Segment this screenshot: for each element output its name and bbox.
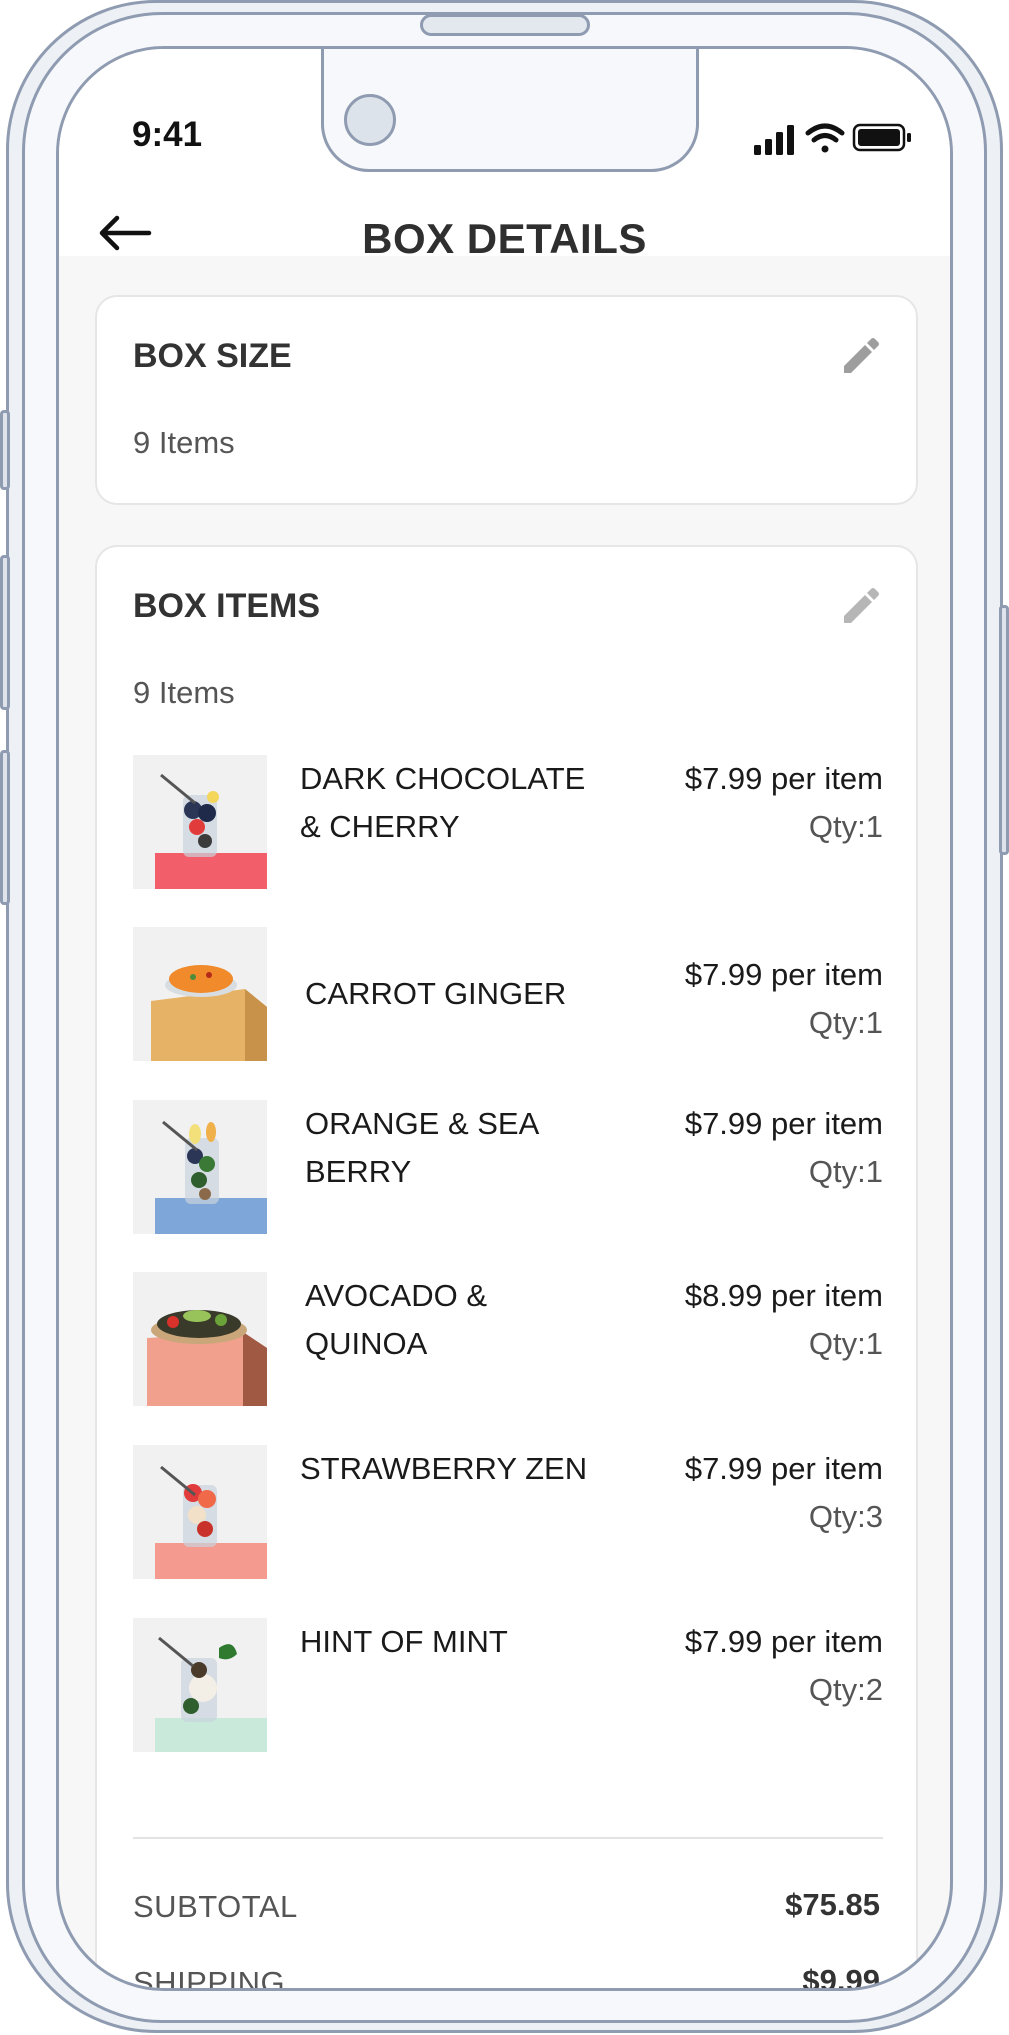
subtotal-value: $75.85 <box>785 1887 880 1922</box>
pencil-icon[interactable] <box>840 583 884 627</box>
item-qty: Qty:1 <box>808 809 883 844</box>
item-qty: Qty:1 <box>808 1005 883 1040</box>
item-price: $7.99 per item <box>684 957 883 992</box>
cellular-signal-icon <box>754 125 794 155</box>
status-icons <box>754 119 914 159</box>
status-time: 9:41 <box>132 115 203 154</box>
product-image <box>133 1272 267 1406</box>
list-item[interactable]: HINT OF MINT $7.99 per item Qty:2 <box>133 1618 883 1752</box>
page-title: BOX DETAILS <box>362 215 647 262</box>
product-image <box>133 927 267 1061</box>
item-qty: Qty:3 <box>808 1499 883 1534</box>
item-price: $7.99 per item <box>684 1451 883 1486</box>
list-item[interactable]: CARROT GINGER $7.99 per item Qty:1 <box>133 927 883 1061</box>
list-item[interactable]: STRAWBERRY ZEN $7.99 per item Qty:3 <box>133 1445 883 1579</box>
box-items-title: BOX ITEMS <box>133 587 321 625</box>
screen: 9:41 BOX DETAILS BOX SIZE 9 Items BOX IT… <box>56 46 953 1991</box>
product-image <box>133 755 267 889</box>
item-price: $7.99 per item <box>684 761 883 796</box>
pencil-icon[interactable] <box>840 333 884 377</box>
item-qty: Qty:1 <box>808 1154 883 1189</box>
item-name: DARK CHOCOLATE & CHERRY <box>300 761 586 844</box>
list-item[interactable]: ORANGE & SEA BERRY $7.99 per item Qty:1 <box>133 1100 883 1234</box>
phone-volume-up <box>0 555 10 710</box>
list-item[interactable]: DARK CHOCOLATE & CHERRY $7.99 per item Q… <box>133 755 883 889</box>
item-price: $7.99 per item <box>684 1106 883 1141</box>
item-price: $7.99 per item <box>684 1624 883 1659</box>
item-name: CARROT GINGER <box>305 976 567 1011</box>
list-item[interactable]: AVOCADO & QUINOA $8.99 per item Qty:1 <box>133 1272 883 1406</box>
divider <box>133 1837 883 1839</box>
item-qty: Qty:1 <box>808 1326 883 1361</box>
item-name: STRAWBERRY ZEN <box>300 1451 588 1486</box>
item-name: AVOCADO & QUINOA <box>305 1278 488 1361</box>
wifi-icon <box>805 123 845 153</box>
phone-volume-down <box>0 750 10 905</box>
item-qty: Qty:2 <box>808 1672 883 1707</box>
front-camera <box>344 94 396 146</box>
box-size-count: 9 Items <box>133 425 235 460</box>
product-image <box>133 1100 267 1234</box>
product-image <box>133 1445 267 1579</box>
item-name: HINT OF MINT <box>300 1624 508 1659</box>
shipping-label: SHIPPING <box>133 1965 286 1991</box>
phone-side-button <box>0 410 10 490</box>
battery-icon <box>852 123 911 152</box>
product-image <box>133 1618 267 1752</box>
item-name: ORANGE & SEA BERRY <box>305 1106 538 1189</box>
phone-speaker <box>420 14 590 36</box>
box-items-count: 9 Items <box>133 675 235 710</box>
box-size-title: BOX SIZE <box>133 337 292 375</box>
box-size-card: BOX SIZE 9 Items <box>95 295 918 505</box>
box-items-card: BOX ITEMS 9 Items DARK CHOCOLATE & CHERR… <box>95 545 918 1991</box>
shipping-value: $9.99 <box>802 1963 880 1991</box>
subtotal-label: SUBTOTAL <box>133 1889 298 1924</box>
phone-power-button <box>999 605 1009 855</box>
item-price: $8.99 per item <box>684 1278 883 1313</box>
